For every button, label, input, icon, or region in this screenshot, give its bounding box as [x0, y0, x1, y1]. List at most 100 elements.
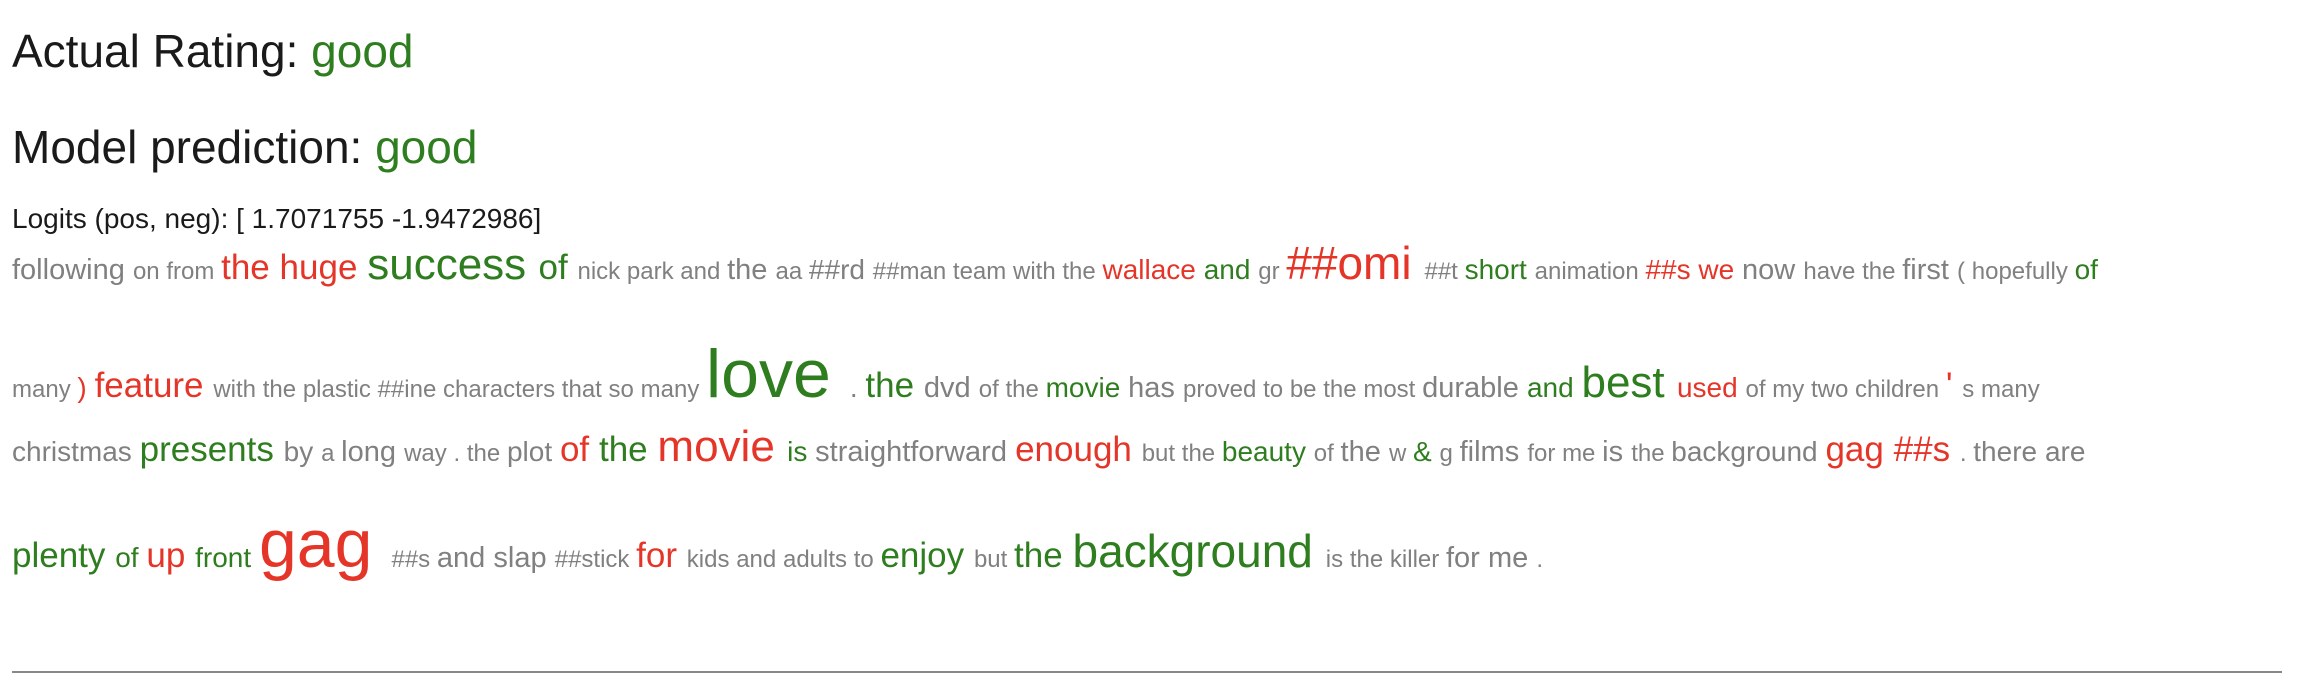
token-line-inner: christmas presents by a long way. the plot of the… — [12, 425, 2093, 490]
token: plastic — [302, 376, 371, 403]
token: ##ine — [377, 376, 437, 403]
token: with — [213, 376, 257, 403]
token: films — [1459, 436, 1520, 468]
token: animation — [1534, 258, 1639, 285]
model-prediction-heading: Model prediction: good — [12, 124, 477, 170]
token: is — [1325, 546, 1344, 573]
token: children — [1855, 376, 1940, 403]
token: & — [1413, 436, 1432, 467]
token-line-inner: plenty of up front gag ##s and slap ##stick for ki… — [12, 510, 1550, 605]
token: the — [1005, 376, 1039, 403]
token: and — [436, 542, 486, 574]
token: killer — [1389, 546, 1440, 573]
token: w — [1388, 440, 1407, 467]
token: to — [1263, 376, 1284, 403]
token: the — [221, 248, 270, 287]
token: ' — [1945, 366, 1953, 405]
token: many — [1981, 376, 2040, 403]
token: plenty — [12, 536, 106, 575]
token: up — [146, 536, 186, 575]
token: have — [1803, 258, 1856, 285]
token: . — [1959, 440, 1967, 467]
token: first — [1902, 254, 1949, 286]
token: ##s — [1893, 430, 1951, 469]
token: the — [865, 366, 915, 405]
token: me — [1562, 440, 1596, 467]
token: hopefully — [1971, 258, 2068, 285]
token: front — [195, 542, 252, 573]
token: ##man — [872, 258, 947, 285]
token: huge — [279, 248, 358, 287]
token: and — [1203, 254, 1251, 285]
token: gag — [1825, 430, 1884, 469]
token: christmas — [12, 436, 132, 467]
token: now — [1742, 254, 1796, 286]
token: has — [1128, 372, 1175, 404]
token: with — [1012, 258, 1056, 285]
token: gag — [258, 506, 373, 582]
token: but — [1141, 440, 1176, 467]
token: be — [1289, 376, 1317, 403]
token: a — [321, 440, 335, 467]
token: there — [1973, 436, 2038, 467]
actual-rating-heading: Actual Rating: good — [12, 28, 414, 74]
token: enjoy — [880, 536, 965, 575]
token: by — [283, 436, 314, 467]
token: ) — [77, 372, 87, 403]
actual-rating-value: good — [311, 25, 414, 77]
token: . — [1536, 546, 1544, 573]
token: for — [1445, 542, 1480, 574]
token: and — [736, 546, 777, 573]
token: of — [559, 430, 590, 469]
token: ##t — [1424, 258, 1458, 285]
token: is — [787, 436, 808, 467]
token: ##s — [1645, 254, 1691, 285]
token: aa — [775, 258, 803, 285]
token: most — [1363, 376, 1416, 403]
token: of — [538, 248, 568, 287]
token: but — [973, 546, 1008, 573]
token: the — [1349, 546, 1384, 573]
token: enough — [1015, 430, 1132, 469]
token: the — [262, 376, 297, 403]
token: love — [706, 336, 831, 412]
token: for — [636, 536, 677, 575]
token: the — [1862, 258, 1896, 285]
token: is — [1602, 436, 1624, 468]
token: wallace — [1102, 254, 1196, 285]
token: two — [1810, 376, 1849, 403]
token-line-inner: many) feature with the plastic ##ine character… — [12, 340, 2046, 420]
token: s — [1962, 376, 1975, 403]
token: and — [1526, 372, 1574, 403]
token: presents — [139, 430, 274, 469]
token: best — [1581, 358, 1665, 407]
token: so — [608, 376, 634, 403]
token: ##rd — [808, 254, 865, 285]
token: on — [132, 258, 160, 285]
token-line: many) feature with the plastic ##ine character… — [12, 340, 2046, 420]
token: of — [978, 376, 999, 403]
token: team — [952, 258, 1007, 285]
token: from — [166, 258, 215, 285]
token: ##s — [391, 546, 431, 573]
token: movie — [657, 422, 775, 471]
token: long — [341, 436, 396, 468]
token: are — [2044, 436, 2086, 467]
token: for — [1527, 440, 1556, 467]
token: way — [404, 440, 447, 467]
token: park — [626, 258, 674, 285]
divider — [12, 671, 2282, 673]
model-prediction-value: good — [375, 121, 478, 173]
token: nick — [577, 258, 621, 285]
token: background — [1072, 525, 1313, 577]
token: the — [1340, 436, 1381, 468]
token: we — [1698, 254, 1735, 285]
token-line: following on from the huge success of nick park a… — [12, 240, 2106, 300]
token-line: plenty of up front gag ##s and slap ##stick for ki… — [12, 510, 1550, 605]
token: adults — [782, 546, 848, 573]
token: of — [2074, 254, 2098, 285]
token: . — [849, 372, 858, 403]
token: durable — [1422, 372, 1519, 404]
token: my — [1772, 376, 1805, 403]
token: beauty — [1221, 436, 1306, 467]
